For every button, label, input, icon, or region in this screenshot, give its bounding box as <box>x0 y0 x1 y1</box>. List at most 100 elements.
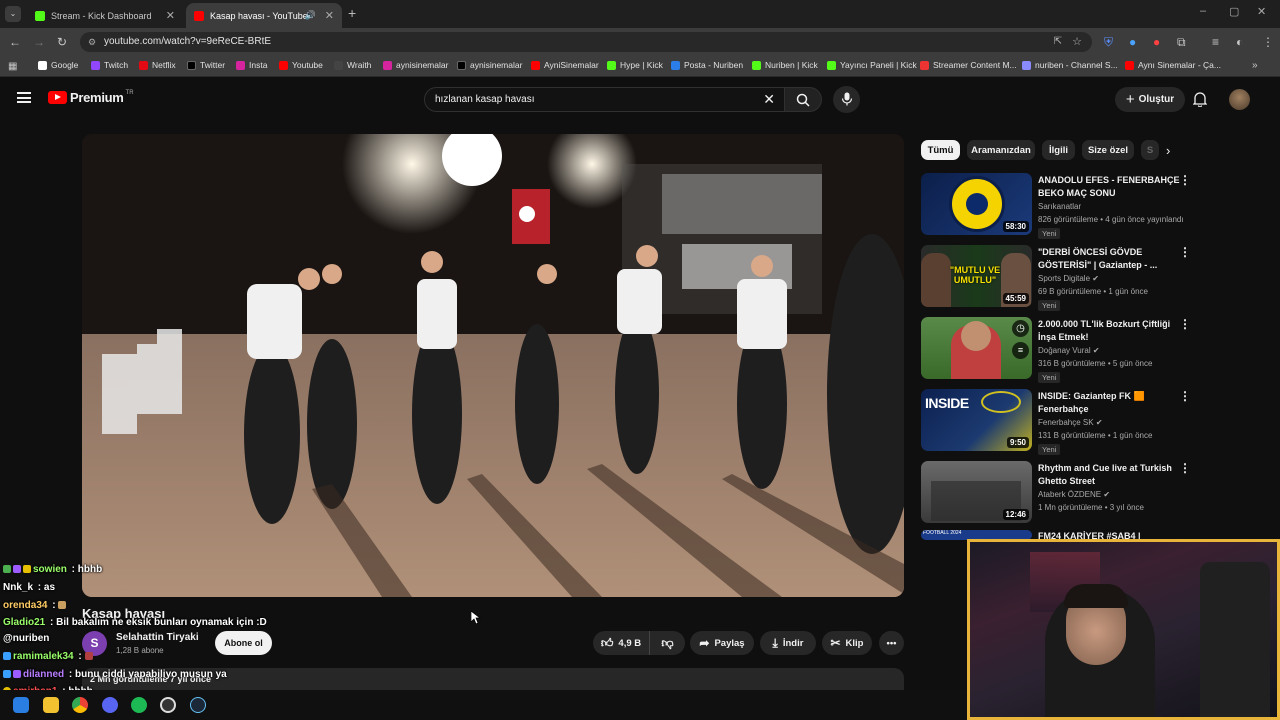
bookmark-wraith[interactable]: Wraith <box>334 60 371 70</box>
bookmark-star-icon[interactable]: ☆ <box>1072 32 1082 52</box>
bookmark-google[interactable]: Google <box>38 60 78 70</box>
chip-more[interactable]: S <box>1141 140 1159 160</box>
tab-search-icon[interactable]: ⌄ <box>5 6 21 22</box>
video-player[interactable] <box>82 134 904 597</box>
bookmark-hype-kick[interactable]: Hype | Kick <box>607 60 663 70</box>
chip-related[interactable]: İlgili <box>1042 140 1075 160</box>
more-bookmarks-icon[interactable]: » <box>1252 60 1258 72</box>
clear-search-icon[interactable]: ✕ <box>763 88 775 111</box>
minimize-icon[interactable]: – <box>1200 5 1206 17</box>
forward-icon[interactable]: → <box>33 36 45 48</box>
video-thumbnail[interactable]: 58:30 <box>921 173 1032 235</box>
more-options-icon[interactable]: ⋮ <box>1179 173 1191 187</box>
video-thumbnail[interactable]: INSIDE 9:50 <box>921 389 1032 451</box>
site-info-icon[interactable]: ⚙ <box>88 32 96 52</box>
chip-all[interactable]: Tümü <box>921 140 960 160</box>
obs-icon[interactable] <box>160 697 176 713</box>
watch-later-icon[interactable]: ◷ <box>1012 320 1029 337</box>
like-button[interactable]: 👍︎ 4,9 B <box>593 631 649 655</box>
video-thumbnail[interactable]: "MUTLU VE UMUTLU" 45:59 <box>921 245 1032 307</box>
puzzle-icon[interactable]: ⧉ <box>1177 36 1186 48</box>
subscribe-button[interactable]: Abone ol <box>215 631 272 655</box>
recommendation-channel[interactable]: Doğanay Vural ✔ <box>1038 346 1100 355</box>
maximize-icon[interactable]: ▢ <box>1229 5 1239 18</box>
media-icon[interactable]: ≡ <box>1212 36 1219 48</box>
recommendation-title[interactable]: "DERBİ ÖNCESİ GÖVDE GÖSTERİSİ" | Gaziant… <box>1038 246 1180 272</box>
apps-icon[interactable]: ▦ <box>8 61 17 73</box>
spotify-icon[interactable] <box>131 697 147 713</box>
bookmark-nuriben-kick[interactable]: Nuriben | Kick <box>752 60 818 70</box>
close-icon[interactable]: ✕ <box>166 9 175 22</box>
recommendation-title[interactable]: INSIDE: Gaziantep FK 🟧 Fenerbahçe <box>1038 390 1180 416</box>
extension-icon[interactable]: ● <box>1129 36 1136 48</box>
bookmark-youtube[interactable]: Youtube <box>279 60 323 70</box>
recommendation-card[interactable]: 12:46 Rhythm and Cue live at Turkish Ghe… <box>921 461 1191 525</box>
more-options-icon[interactable]: ⋮ <box>1179 317 1191 331</box>
window-close-icon[interactable]: ✕ <box>1257 5 1266 18</box>
more-options-icon[interactable]: ⋮ <box>1179 245 1191 259</box>
bookmark-insta[interactable]: Insta <box>236 60 267 70</box>
tab-youtube[interactable]: Kasap havası - YouTube 🔊 ✕ <box>186 3 342 28</box>
recommendation-card[interactable]: 58:30 ANADOLU EFES - FENERBAHÇE BEKO MAÇ… <box>921 173 1191 239</box>
recommendation-channel[interactable]: Fenerbahçe SK ✔ <box>1038 418 1103 427</box>
bookmark-aynisinemalar-insta[interactable]: aynisinemalar <box>383 60 448 70</box>
bookmark-ayni-sinemalar[interactable]: Aynı Sinemalar - Ça... <box>1125 60 1221 70</box>
close-icon[interactable]: ✕ <box>325 9 334 22</box>
speaker-icon[interactable]: 🔊 <box>305 10 316 21</box>
chip-from-search[interactable]: Aramanızdan <box>967 140 1035 160</box>
recommendation-channel[interactable]: Sarıkanatlar <box>1038 202 1081 211</box>
profile-icon[interactable]: ◐ <box>1236 36 1243 48</box>
search-input[interactable]: hızlanan kasap havası ✕ <box>424 87 786 112</box>
dislike-button[interactable]: 👎︎ <box>649 631 685 655</box>
more-actions-button[interactable]: ••• <box>879 631 904 655</box>
add-to-queue-icon[interactable]: ≡ <box>1012 342 1029 359</box>
discord-icon[interactable] <box>102 697 118 713</box>
recommendation-card[interactable]: ◷ ≡ 2.000.000 TL'lik Bozkurt Çiftliği İn… <box>921 317 1191 383</box>
recommendation-card[interactable]: INSIDE 9:50 INSIDE: Gaziantep FK 🟧 Fener… <box>921 389 1191 455</box>
reload-icon[interactable]: ↻ <box>57 36 67 48</box>
share-button[interactable]: ➦ Paylaş <box>690 631 754 655</box>
cast-icon[interactable]: ⇱ <box>1054 32 1062 52</box>
recommendation-title[interactable]: ANADOLU EFES - FENERBAHÇE BEKO MAÇ SONU <box>1038 174 1180 200</box>
video-thumbnail[interactable]: ◷ ≡ <box>921 317 1032 379</box>
recommendation-title[interactable]: 2.000.000 TL'lik Bozkurt Çiftliği İnşa E… <box>1038 318 1180 344</box>
extension-icon[interactable]: ⛨ <box>1104 36 1113 48</box>
video-thumbnail[interactable]: 12:46 <box>921 461 1032 523</box>
chrome-icon[interactable] <box>72 697 88 713</box>
chevron-right-icon[interactable]: › <box>1166 143 1170 158</box>
bookmark-nuriben-channel[interactable]: nuriben - Channel S... <box>1022 60 1118 70</box>
bookmark-netflix[interactable]: Netflix <box>139 60 176 70</box>
back-icon[interactable]: ← <box>9 36 21 48</box>
bookmark-yayinci-paneli[interactable]: Yayıncı Paneli | Kick <box>827 60 917 70</box>
more-options-icon[interactable]: ⋮ <box>1179 461 1191 475</box>
recommendation-title[interactable]: Rhythm and Cue live at Turkish Ghetto St… <box>1038 462 1180 488</box>
bookmark-posta[interactable]: Posta - Nuriben <box>671 60 743 70</box>
voice-search-button[interactable] <box>833 86 860 113</box>
extension-icon[interactable]: ● <box>1153 36 1160 48</box>
avatar[interactable] <box>1229 89 1250 110</box>
bookmark-aynisinemalar-yt[interactable]: AyniSinemalar <box>531 60 599 70</box>
menu-icon[interactable]: ⋮ <box>1262 36 1274 48</box>
notifications-icon[interactable] <box>1192 91 1208 108</box>
recommendation-channel[interactable]: Ataberk ÖZDENE ✔ <box>1038 490 1110 499</box>
recommendation-card[interactable]: "MUTLU VE UMUTLU" 45:59 "DERBİ ÖNCESİ GÖ… <box>921 245 1191 311</box>
hamburger-menu-icon[interactable] <box>17 92 31 103</box>
bookmark-streamer-content[interactable]: Streamer Content M... <box>920 60 1017 70</box>
bookmark-twitch[interactable]: Twitch <box>91 60 128 70</box>
bookmark-aynisinemalar-x[interactable]: aynisinemalar <box>457 60 522 70</box>
clip-button[interactable]: ✂ Klip <box>822 631 872 655</box>
tab-kick-dashboard[interactable]: Stream - Kick Dashboard ✕ <box>27 3 183 28</box>
more-options-icon[interactable]: ⋮ <box>1179 389 1191 403</box>
chip-for-you[interactable]: Size özel <box>1082 140 1134 160</box>
windows-start-icon[interactable] <box>13 697 29 713</box>
steam-icon[interactable] <box>190 697 206 713</box>
download-button[interactable]: ⤓ İndir <box>760 631 816 655</box>
recommendation-channel[interactable]: Sports Digitale ✔ <box>1038 274 1099 283</box>
channel-name[interactable]: Selahattin Tiryaki <box>116 632 199 643</box>
create-button[interactable]: + Oluştur <box>1115 87 1185 112</box>
new-tab-icon[interactable]: + <box>348 5 356 21</box>
address-bar[interactable]: ⚙ youtube.com/watch?v=9eReCE-BRtE ⇱ ☆ <box>80 32 1092 52</box>
bookmark-twitter[interactable]: Twitter <box>187 60 225 70</box>
search-button[interactable] <box>784 87 822 112</box>
youtube-logo[interactable]: Premium TR <box>48 90 134 105</box>
